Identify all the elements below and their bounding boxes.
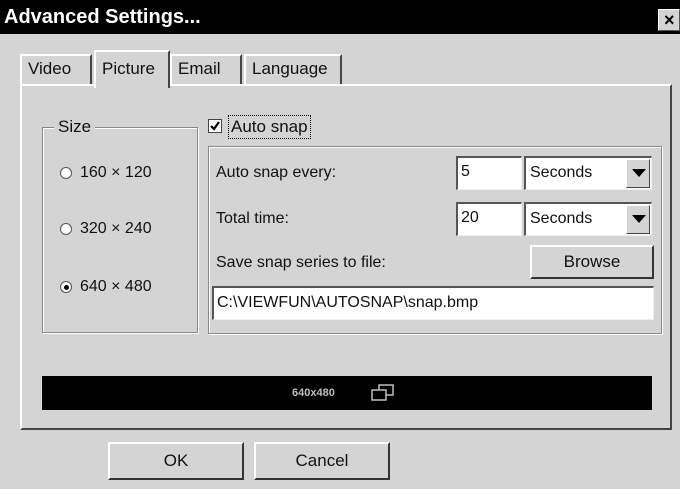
radio-button[interactable]	[60, 167, 72, 179]
chevron-down-icon[interactable]	[626, 205, 650, 234]
title-bar: Advanced Settings... ×	[0, 0, 680, 34]
size-option-label: 160 × 120	[80, 164, 152, 181]
cancel-button[interactable]: Cancel	[254, 442, 390, 480]
auto-snap-checkbox[interactable]	[208, 119, 222, 133]
close-icon: ×	[664, 10, 675, 30]
radio-button[interactable]	[60, 223, 72, 235]
resolution-text: 640x480	[292, 387, 335, 399]
ok-button[interactable]: OK	[108, 442, 244, 480]
browse-button[interactable]: Browse	[530, 245, 654, 279]
select-value: Seconds	[530, 210, 593, 227]
auto-snap-every-input[interactable]: 5	[456, 156, 522, 190]
radio-button-selected[interactable]	[60, 281, 72, 293]
chevron-down-icon[interactable]	[626, 159, 650, 188]
tab-email[interactable]: Email	[170, 54, 242, 84]
tab-language-label: Language	[252, 59, 328, 78]
select-value: Seconds	[530, 164, 593, 181]
tab-picture-label: Picture	[102, 59, 155, 78]
tab-email-label: Email	[178, 59, 221, 78]
tab-language[interactable]: Language	[244, 54, 342, 84]
total-time-label: Total time:	[216, 210, 289, 227]
tab-video[interactable]: Video	[20, 54, 92, 84]
size-option-label: 640 × 480	[80, 278, 152, 295]
total-time-unit-select[interactable]: Seconds	[524, 202, 652, 236]
file-path-input[interactable]: C:\VIEWFUN\AUTOSNAP\snap.bmp	[212, 286, 654, 320]
tab-picture[interactable]: Picture	[94, 50, 170, 88]
size-group-legend: Size	[54, 116, 96, 138]
auto-snap-label[interactable]: Auto snap	[228, 115, 311, 139]
checkmark-icon	[210, 121, 220, 131]
size-option-label: 320 × 240	[80, 220, 152, 237]
tab-video-label: Video	[28, 59, 72, 78]
save-series-label: Save snap series to file:	[216, 254, 386, 271]
total-time-input[interactable]: 20	[456, 202, 522, 236]
windows-icon	[371, 384, 394, 401]
auto-snap-every-unit-select[interactable]: Seconds	[524, 156, 652, 190]
preview-status-bar: 640x480	[42, 376, 652, 410]
window-title: Advanced Settings...	[4, 6, 201, 28]
auto-snap-every-label: Auto snap every:	[216, 164, 337, 181]
close-button[interactable]: ×	[658, 9, 680, 31]
